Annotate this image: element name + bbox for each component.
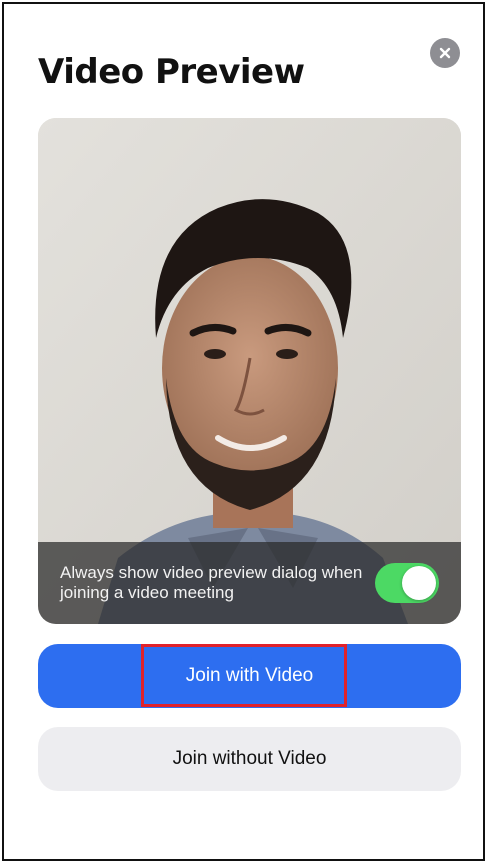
join-without-video-button[interactable]: Join without Video [38,727,461,791]
close-icon [439,47,451,59]
toggle-knob [402,566,436,600]
preview-option-bar: Always show video preview dialog when jo… [38,542,461,624]
highlight-box [141,644,347,707]
always-show-preview-label: Always show video preview dialog when jo… [60,563,363,602]
page-title: Video Preview [38,52,305,92]
always-show-preview-toggle[interactable] [375,563,439,603]
video-preview: Always show video preview dialog when jo… [38,118,461,624]
close-button[interactable] [430,38,460,68]
